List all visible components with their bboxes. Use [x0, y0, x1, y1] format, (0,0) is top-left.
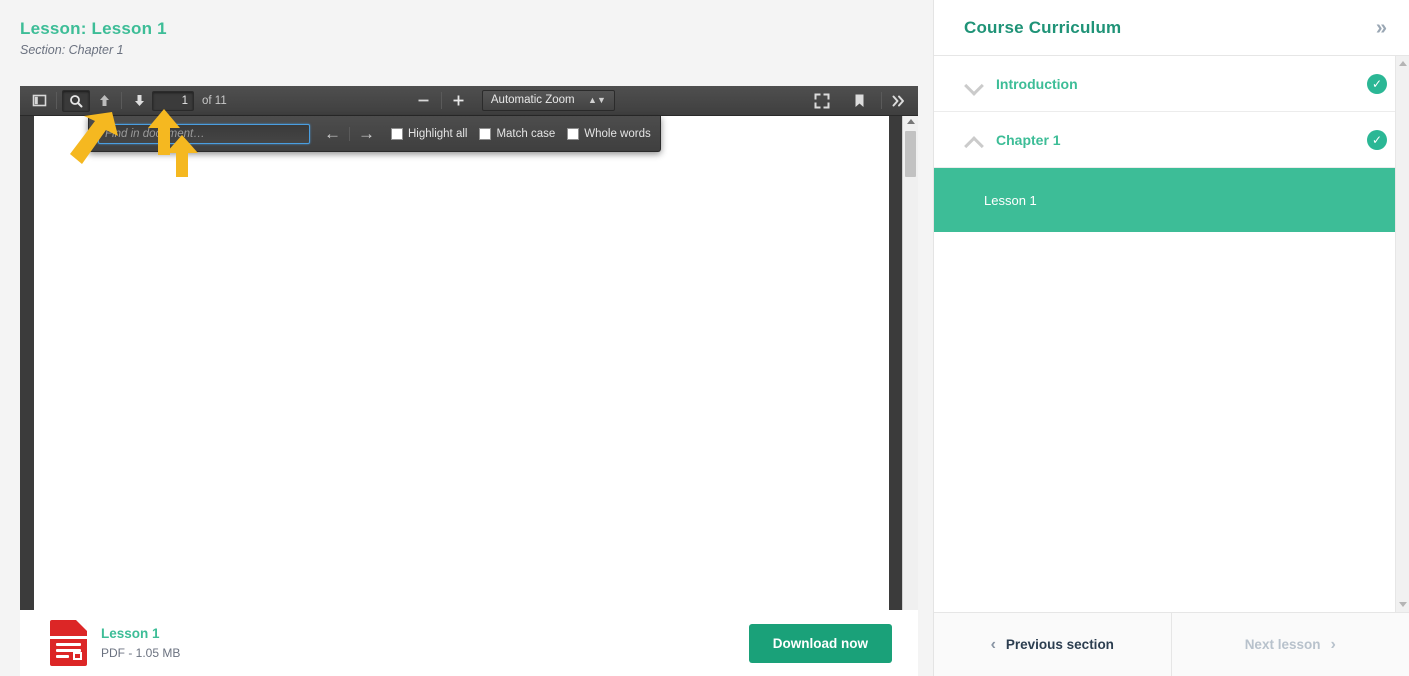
- collapse-sidebar-icon[interactable]: »: [1376, 18, 1387, 38]
- curriculum-list: Introduction ✓ Chapter 1 ✓ Lesson 1: [934, 56, 1409, 612]
- whole-words-option[interactable]: Whole words: [567, 127, 651, 140]
- curriculum-scroll-up-icon[interactable]: [1399, 61, 1407, 66]
- sidebar-toggle-icon[interactable]: [27, 90, 51, 112]
- sidebar-header: Course Curriculum »: [934, 0, 1409, 56]
- pdf-page-area: [20, 116, 918, 610]
- whole-words-label: Whole words: [584, 127, 651, 140]
- download-file-meta: Lesson 1 PDF - 1.05 MB: [101, 625, 180, 661]
- toolbar-divider-2: [121, 92, 122, 109]
- find-previous-icon[interactable]: ←: [320, 125, 345, 142]
- lesson-header: Lesson: Lesson 1 Section: Chapter 1: [0, 0, 933, 58]
- page-total-label: of 11: [202, 94, 227, 107]
- toolbar-divider-4: [881, 92, 883, 109]
- search-icon[interactable]: [62, 89, 90, 112]
- page-title: Lesson: Lesson 1: [20, 19, 167, 38]
- download-file-size: PDF - 1.05 MB: [101, 646, 181, 660]
- chevron-left-icon: ‹: [990, 635, 996, 653]
- match-case-option[interactable]: Match case: [479, 127, 556, 140]
- chevron-right-icon: ›: [1330, 635, 1336, 653]
- section-complete-badge-introduction: ✓: [1367, 73, 1387, 94]
- previous-section-label: Previous section: [1005, 637, 1114, 652]
- lesson-item-label: Lesson 1: [984, 192, 1037, 208]
- find-input[interactable]: Find in document…: [98, 123, 310, 144]
- curriculum-empty-space: [934, 232, 1409, 612]
- scroll-up-arrow-icon[interactable]: [907, 119, 915, 124]
- zoom-in-button[interactable]: [447, 90, 471, 112]
- pdf-viewer: 1 of 11 Automatic Zoom ▲▼ Find in docume…: [20, 86, 918, 610]
- arrow-up-icon[interactable]: [92, 90, 116, 112]
- highlight-all-label: Highlight all: [408, 127, 468, 140]
- find-divider: [349, 126, 350, 141]
- download-now-button[interactable]: Download now: [748, 623, 892, 663]
- section-label-introduction: Introduction: [996, 75, 1078, 92]
- pdf-file-icon: [50, 620, 87, 666]
- download-bar: Lesson 1 PDF - 1.05 MB Download now: [20, 610, 918, 676]
- arrow-to-find-input: [165, 134, 199, 178]
- chevron-down-icon: [964, 74, 984, 94]
- main-content: Lesson: Lesson 1 Section: Chapter 1 1 of…: [0, 0, 933, 676]
- sidebar-section-introduction[interactable]: Introduction ✓: [934, 56, 1409, 112]
- arrow-to-find-button: [68, 110, 120, 170]
- section-label-chapter-1: Chapter 1: [996, 131, 1061, 148]
- zoom-level-select[interactable]: Automatic Zoom ▲▼: [481, 90, 615, 111]
- pdf-scrollbar[interactable]: [902, 116, 918, 610]
- zoom-level-value: Automatic Zoom: [490, 94, 575, 106]
- find-navigation: ← →: [320, 125, 379, 142]
- whole-words-checkbox[interactable]: [567, 127, 580, 140]
- fullscreen-icon[interactable]: [810, 90, 834, 112]
- match-case-label: Match case: [496, 127, 556, 140]
- toolbar-divider-3: [440, 92, 442, 109]
- lesson-section-label: Section: Chapter 1: [20, 43, 124, 57]
- sidebar-title: Course Curriculum: [964, 17, 1122, 37]
- curriculum-scroll-down-icon[interactable]: [1399, 602, 1407, 607]
- double-chevron-right-icon[interactable]: [887, 90, 911, 112]
- sidebar-lesson-lesson-1[interactable]: Lesson 1: [934, 168, 1409, 232]
- sidebar-section-chapter-1[interactable]: Chapter 1 ✓: [934, 112, 1409, 168]
- chevron-up-icon: [964, 130, 984, 150]
- section-complete-badge-chapter-1: ✓: [1367, 129, 1387, 150]
- previous-section-button[interactable]: ‹ Previous section: [934, 613, 1172, 676]
- highlight-all-option[interactable]: Highlight all: [391, 127, 468, 140]
- zoom-out-button[interactable]: [412, 90, 436, 112]
- lesson-page: Lesson: Lesson 1 Section: Chapter 1 1 of…: [0, 0, 1409, 676]
- pdf-page-1: [34, 116, 889, 610]
- highlight-all-checkbox[interactable]: [391, 127, 403, 140]
- sidebar-footer: ‹ Previous section Next lesson ›: [934, 612, 1409, 676]
- toolbar-divider-1: [56, 92, 57, 109]
- match-case-checkbox[interactable]: [479, 127, 492, 140]
- toolbar-right-group: [809, 90, 912, 112]
- course-sidebar: Course Curriculum » Introduction ✓ Chapt…: [933, 0, 1409, 676]
- find-next-icon[interactable]: →: [354, 125, 379, 142]
- curriculum-scrollbar[interactable]: [1395, 56, 1409, 612]
- chevron-updown-icon: ▲▼: [588, 95, 606, 105]
- next-lesson-label: Next lesson: [1244, 637, 1321, 652]
- download-file-name: Lesson 1: [101, 626, 160, 641]
- pdf-scrollbar-thumb[interactable]: [905, 131, 916, 177]
- bookmark-icon[interactable]: [847, 90, 871, 112]
- next-lesson-button[interactable]: Next lesson ›: [1172, 613, 1409, 676]
